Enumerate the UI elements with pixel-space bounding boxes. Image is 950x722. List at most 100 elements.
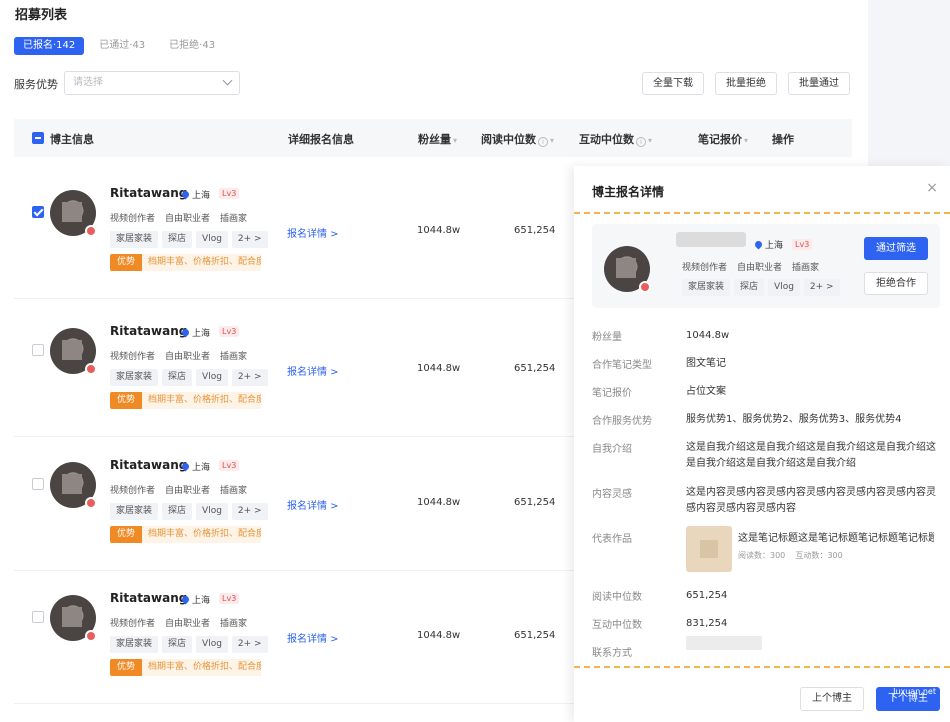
row-checkbox[interactable] <box>32 611 44 623</box>
role-item: 自由职业者 <box>165 214 211 224</box>
batch-reject-button[interactable]: 批量拒绝 <box>715 72 777 95</box>
tag: 探店 <box>734 279 765 296</box>
role-item: 自由职业者 <box>737 263 783 273</box>
tag: 探店 <box>162 503 193 520</box>
location: 上海 <box>753 238 784 251</box>
close-icon[interactable]: × <box>926 180 938 196</box>
location-pin-icon <box>180 327 191 338</box>
header-op: 操作 <box>772 133 794 146</box>
tag-list: 家居家装 探店 Vlog 2+ > <box>682 279 840 296</box>
more-tags-button[interactable]: 2+ > <box>231 636 268 653</box>
blogger-card: 上海 Lv3 视频创作者 自由职业者 插画家 家居家装 探店 Vlog 2+ > 通… <box>592 224 940 308</box>
role-list: 视频创作者 自由职业者 插画家 <box>110 349 257 362</box>
role-item: 插画家 <box>220 214 248 224</box>
tab-passed[interactable]: 已通过·43 <box>90 37 154 55</box>
pass-screening-button[interactable]: 通过筛选 <box>864 237 928 260</box>
row-checkbox[interactable] <box>32 478 44 490</box>
advantage-label: 优势 <box>110 526 143 543</box>
blogger-name[interactable]: Ritatawang <box>110 186 187 200</box>
work-interacts: 互动数：300 <box>795 551 843 560</box>
tab-rejected[interactable]: 已拒绝·43 <box>160 37 224 55</box>
signup-detail-link[interactable]: 报名详情 > <box>287 225 339 240</box>
signup-detail-link[interactable]: 报名详情 > <box>287 630 339 645</box>
avatar[interactable] <box>50 595 97 642</box>
advantage-badge: 优势档期丰富、价格折扣、配合度高 <box>110 392 262 409</box>
header-interact-median[interactable]: 互动中位数 i ▾ <box>579 131 652 147</box>
select-placeholder: 请选择 <box>73 77 103 88</box>
header-detail: 详细报名信息 <box>288 133 354 146</box>
work-thumbnail <box>686 526 732 572</box>
table-row: Ritatawang 上海 Lv3 视频创作者 自由职业者 插画家 家居家装 探店 Vlog 2+… <box>14 438 574 571</box>
more-tags-button[interactable]: 2+ > <box>803 279 840 296</box>
blogger-name[interactable]: Ritatawang <box>110 458 187 472</box>
service-filter-select[interactable]: 请选择 <box>64 71 240 95</box>
header-price[interactable]: 笔记报价 ▾ <box>698 131 748 147</box>
tag: 家居家装 <box>110 636 159 653</box>
blurred-name <box>676 232 746 247</box>
level-badge: Lv3 <box>219 460 240 471</box>
location-text: 上海 <box>765 241 784 251</box>
header-blogger: 博主信息 <box>50 133 94 146</box>
prev-blogger-button[interactable]: 上个博主 <box>800 687 864 711</box>
page-title: 招募列表 <box>15 8 68 23</box>
read-median-value: 651,254 <box>514 630 556 641</box>
signup-detail-link[interactable]: 报名详情 > <box>287 363 339 378</box>
role-item: 视频创作者 <box>110 486 156 496</box>
tab-applied[interactable]: 已报名·142 <box>14 37 85 55</box>
row-checkbox[interactable] <box>32 206 44 218</box>
avatar[interactable] <box>50 328 97 375</box>
location-text: 上海 <box>192 191 211 201</box>
more-tags-button[interactable]: 2+ > <box>231 503 268 520</box>
header-read-median[interactable]: 阅读中位数 i ▾ <box>481 131 554 147</box>
tag: Vlog <box>196 636 228 653</box>
role-item: 插画家 <box>792 263 820 273</box>
blogger-name[interactable]: Ritatawang <box>110 591 187 605</box>
reject-cooperation-button[interactable]: 拒绝合作 <box>864 272 928 295</box>
tag: 探店 <box>162 636 193 653</box>
field-label: 合作服务优势 <box>592 416 652 427</box>
advantage-label: 优势 <box>110 659 143 676</box>
header-fans[interactable]: 粉丝量 ▾ <box>418 131 457 147</box>
header-price-label: 笔记报价 <box>698 133 742 146</box>
sort-icon: ▾ <box>744 136 749 145</box>
blogger-name[interactable]: Ritatawang <box>110 324 187 338</box>
divider <box>574 666 950 668</box>
location-pin-icon <box>180 594 191 605</box>
chevron-down-icon <box>222 75 233 86</box>
sort-icon: ▾ <box>453 136 458 145</box>
row-checkbox[interactable] <box>32 344 44 356</box>
user-badge-icon <box>85 225 97 237</box>
header-interact-label: 互动中位数 <box>579 133 634 146</box>
fans-count: 1044.8w <box>417 630 461 641</box>
advantage-label: 优势 <box>110 392 143 409</box>
advantage-text: 档期丰富、价格折扣、配合度高 <box>142 526 262 543</box>
tag-list: 家居家装 探店 Vlog 2+ > <box>110 636 268 653</box>
header-read-label: 阅读中位数 <box>481 133 536 146</box>
tag: 探店 <box>162 231 193 248</box>
drawer-title: 博主报名详情 <box>592 185 665 199</box>
work-stats: 阅读数：300 互动数：300 <box>738 550 843 561</box>
read-median-value: 651,254 <box>514 225 556 236</box>
role-item: 插画家 <box>220 352 248 362</box>
field-label: 自我介绍 <box>592 444 632 455</box>
batch-pass-button[interactable]: 批量通过 <box>788 72 850 95</box>
tag: Vlog <box>768 279 800 296</box>
tag: Vlog <box>196 369 228 386</box>
advantage-badge: 优势档期丰富、价格折扣、配合度高 <box>110 659 262 676</box>
tag: 探店 <box>162 369 193 386</box>
role-item: 视频创作者 <box>110 352 156 362</box>
location: 上海 <box>180 460 210 473</box>
avatar[interactable] <box>50 190 97 237</box>
more-tags-button[interactable]: 2+ > <box>231 369 268 386</box>
advantage-badge: 优势档期丰富、价格折扣、配合度高 <box>110 526 262 543</box>
download-all-button[interactable]: 全量下载 <box>642 72 704 95</box>
divider <box>574 212 950 214</box>
tag: 家居家装 <box>110 231 159 248</box>
work-reads: 阅读数：300 <box>738 551 786 560</box>
signup-detail-link[interactable]: 报名详情 > <box>287 497 339 512</box>
field-label: 互动中位数 <box>592 620 642 631</box>
select-all-checkbox[interactable] <box>32 132 44 144</box>
more-tags-button[interactable]: 2+ > <box>231 231 268 248</box>
info-icon: i <box>636 137 646 147</box>
avatar[interactable] <box>50 462 97 509</box>
